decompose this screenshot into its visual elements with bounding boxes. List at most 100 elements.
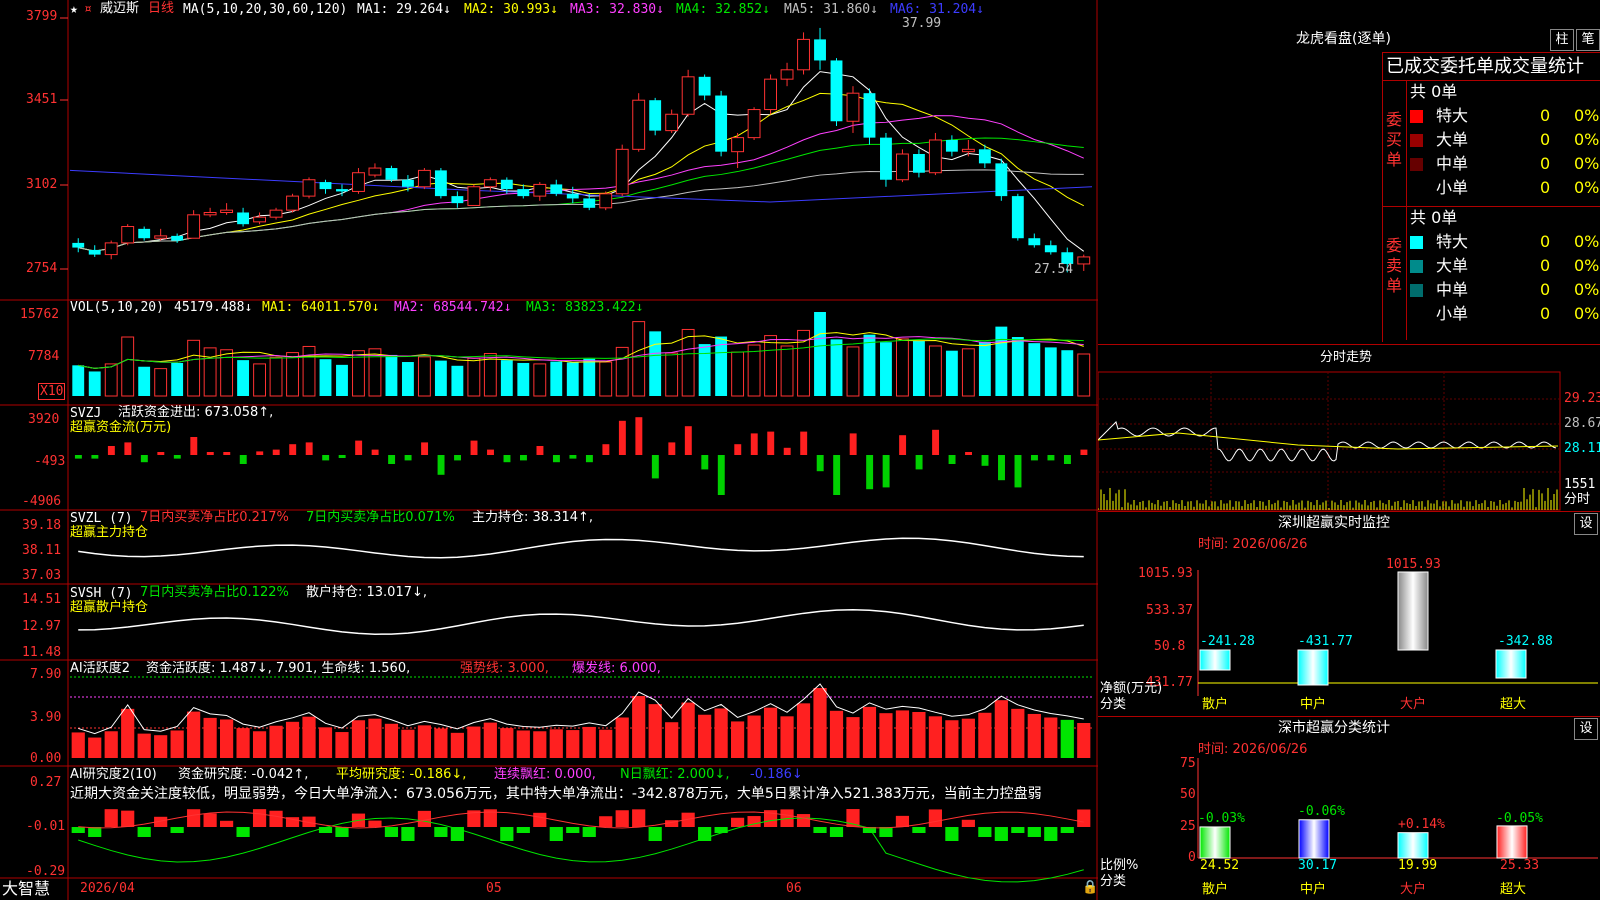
candle-body <box>533 183 547 197</box>
sc-cat: 散户 <box>1202 882 1229 897</box>
flow-bar <box>371 449 379 455</box>
flow-bar <box>800 431 808 455</box>
sc-tick: 25 <box>1180 819 1196 834</box>
volume-bar <box>302 345 316 397</box>
flow-bar <box>173 455 181 459</box>
star-icon[interactable]: ★ <box>70 2 78 17</box>
ai2-label: AI研究度2(10) <box>70 767 157 782</box>
volume-bar <box>780 345 794 397</box>
volume-bar <box>731 351 745 397</box>
candle-body <box>417 169 431 188</box>
activity-bar <box>829 710 844 758</box>
svsh-tick: 12.97 <box>22 619 62 634</box>
sz-value: -431.77 <box>1298 634 1353 649</box>
ma4-value: MA4: 32.852↓ <box>676 2 770 17</box>
sz-settings-button[interactable]: 设 <box>1574 513 1598 535</box>
volume-bar <box>583 358 596 396</box>
activity-bar <box>615 717 629 758</box>
research-bar <box>335 827 349 837</box>
ai2-comment: 近期大资金关注度较低，明显弱势，今日大单净流入：673.056万元，其中特大单净… <box>70 786 1042 802</box>
ai1-t3: 爆发线: 6.000, <box>572 661 661 676</box>
activity-bar <box>483 722 497 758</box>
sc-date: 时间: 2026/06/26 <box>1198 742 1308 757</box>
intraday-chart <box>1098 371 1598 859</box>
flow-bar <box>717 455 725 495</box>
sz-cat: 超大 <box>1500 697 1527 712</box>
research-bar <box>994 827 1008 841</box>
candle-body <box>517 189 530 197</box>
activity-bar <box>895 710 910 758</box>
candle-body <box>138 228 151 239</box>
volume-bar <box>138 366 151 396</box>
flow-bar <box>998 455 1005 481</box>
flow-bar <box>932 429 940 455</box>
candle-body <box>880 137 892 180</box>
volume-bar <box>649 331 662 396</box>
svzj-tick: -493 <box>34 454 66 469</box>
flow-bar <box>981 455 989 466</box>
research-bar <box>88 827 102 837</box>
svzl-tick: 39.18 <box>22 518 62 533</box>
volume-bar <box>417 356 431 397</box>
activity-bar <box>434 728 448 758</box>
activity-bar <box>71 732 85 758</box>
volume-bar <box>269 356 283 397</box>
activity-bar <box>335 732 349 758</box>
volume-bar <box>928 345 942 397</box>
research-bar <box>549 827 563 841</box>
intraday-frame <box>1098 371 1561 511</box>
sc-settings-button[interactable]: 设 <box>1574 718 1598 740</box>
intraday-tick: 28.67 <box>1564 416 1600 431</box>
activity-bar <box>351 720 366 758</box>
candle-body <box>203 211 217 216</box>
ai2-tick: 0.27 <box>30 775 62 790</box>
svzl-tick: 38.11 <box>22 543 62 558</box>
sz-cat: 散户 <box>1202 697 1229 712</box>
research-bar <box>879 827 893 837</box>
flow-bar <box>503 455 511 463</box>
period-label[interactable]: 日线 <box>148 1 174 16</box>
sc-bar <box>1496 825 1528 859</box>
volume-bar <box>154 368 168 397</box>
volume-bar <box>385 354 398 396</box>
research-bar <box>434 827 448 837</box>
flow-bar <box>750 433 758 455</box>
research-bar <box>368 820 382 827</box>
research-bar <box>533 812 547 827</box>
flow-bar <box>899 435 907 455</box>
sc-pct: -0.05% <box>1496 811 1543 826</box>
ma1-value: MA1: 29.264↓ <box>357 2 451 17</box>
activity-bar <box>1044 717 1058 758</box>
vol-ma3: MA3: 83823.422↓ <box>526 300 644 315</box>
research-bar <box>104 809 118 827</box>
divider <box>1098 716 1600 717</box>
lock-icon[interactable]: 🔒 <box>1082 880 1098 895</box>
sc-bar <box>1397 832 1429 859</box>
volume-bar <box>1077 353 1091 397</box>
svzj-tick: 3920 <box>28 412 60 427</box>
candle-body <box>583 198 596 208</box>
svzj-label: SVZJ <box>70 406 102 421</box>
activity-bar <box>88 737 102 758</box>
sc-value: 24.52 <box>1200 858 1240 873</box>
research-bar <box>137 827 151 837</box>
flow-bar <box>1014 455 1022 488</box>
activity-bar <box>994 700 1008 758</box>
date-label-06: 06 <box>786 881 802 896</box>
activity-bar <box>731 721 745 758</box>
volume-bar <box>665 352 679 397</box>
main-chart-area[interactable]: 3799 3451 3102 2754 ★ ¤ 威迈斯 日线 MA(5,10,2… <box>0 0 1098 900</box>
activity-bar <box>780 716 794 758</box>
volume-bar <box>253 363 266 397</box>
activity-bar <box>170 730 184 758</box>
research-bar <box>401 827 415 841</box>
ma20-line <box>78 115 1084 252</box>
research-bar <box>1027 827 1041 837</box>
candle-body <box>385 168 398 180</box>
candle-body <box>665 113 679 132</box>
activity-bar <box>203 717 217 758</box>
ai1-t1: 资金活跃度: 1.487↓, 7.901, 生命线: 1.560, <box>146 661 411 676</box>
candle-body <box>780 69 794 80</box>
activity-bar <box>813 688 827 758</box>
svzl-t1: 7日内买卖净占比0.217% <box>140 510 289 525</box>
